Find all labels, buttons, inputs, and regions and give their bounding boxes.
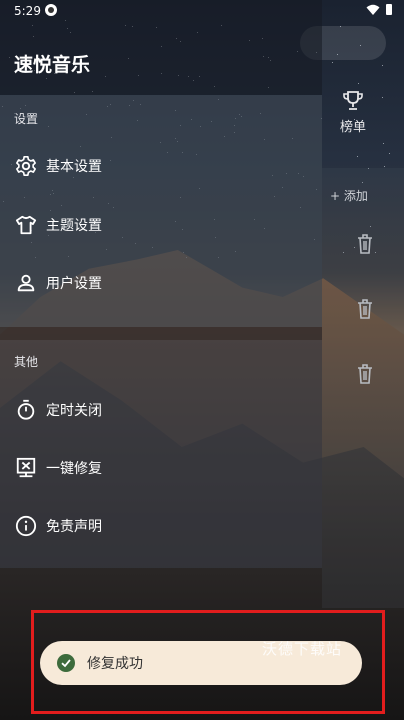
status-bar: 5:29 — [0, 0, 404, 22]
menu-item-label: 免责声明 — [46, 519, 102, 535]
shirt-icon — [13, 212, 39, 238]
menu-item-label: 主题设置 — [46, 218, 102, 234]
menu-item-label: 基本设置 — [46, 159, 102, 175]
highlight-box — [31, 610, 385, 714]
trophy-icon — [343, 91, 363, 110]
star — [389, 153, 390, 154]
tab-rankings-label: 榜单 — [339, 120, 366, 135]
menu-item-label: 用户设置 — [46, 276, 102, 292]
trash-icon[interactable] — [355, 233, 375, 255]
menu-item-label: 定时关闭 — [46, 403, 102, 419]
star — [382, 97, 383, 98]
star — [332, 62, 333, 63]
battery-icon — [386, 4, 392, 15]
tab-rankings[interactable]: 榜单 — [324, 90, 382, 135]
info-icon — [13, 513, 39, 539]
person-icon — [13, 270, 39, 296]
star — [383, 143, 384, 144]
menu-item-user-settings[interactable]: 用户设置 — [0, 259, 322, 307]
add-button[interactable]: + 添加 — [330, 187, 368, 204]
star — [358, 83, 359, 84]
star — [357, 156, 358, 157]
trash-icon[interactable] — [355, 363, 375, 385]
app-notification-icon — [45, 4, 57, 16]
status-time: 5:29 — [14, 4, 41, 18]
other-section-header: 其他 — [14, 355, 39, 369]
star — [382, 65, 383, 66]
repair-icon — [13, 455, 39, 481]
menu-item-basic-settings[interactable]: 基本设置 — [0, 142, 322, 190]
gear-icon — [13, 153, 39, 179]
trash-icon[interactable] — [355, 298, 375, 320]
timer-icon — [13, 397, 39, 423]
menu-item-disclaimer[interactable]: 免责声明 — [0, 502, 322, 550]
star — [384, 166, 385, 167]
watermark: 沃德下载站 — [262, 640, 343, 658]
menu-item-theme-settings[interactable]: 主题设置 — [0, 201, 322, 249]
navigation-drawer: 速悦音乐 设置 基本设置 主题设置 用户设置 其他 定时关闭 一键修复 免责声明 — [0, 0, 322, 568]
drawer-title: 速悦音乐 — [14, 54, 91, 76]
settings-section-header: 设置 — [14, 112, 39, 126]
wifi-icon — [366, 4, 380, 15]
menu-item-sleep-timer[interactable]: 定时关闭 — [0, 386, 322, 434]
menu-item-label: 一键修复 — [46, 461, 102, 477]
menu-item-one-click-repair[interactable]: 一键修复 — [0, 444, 322, 492]
